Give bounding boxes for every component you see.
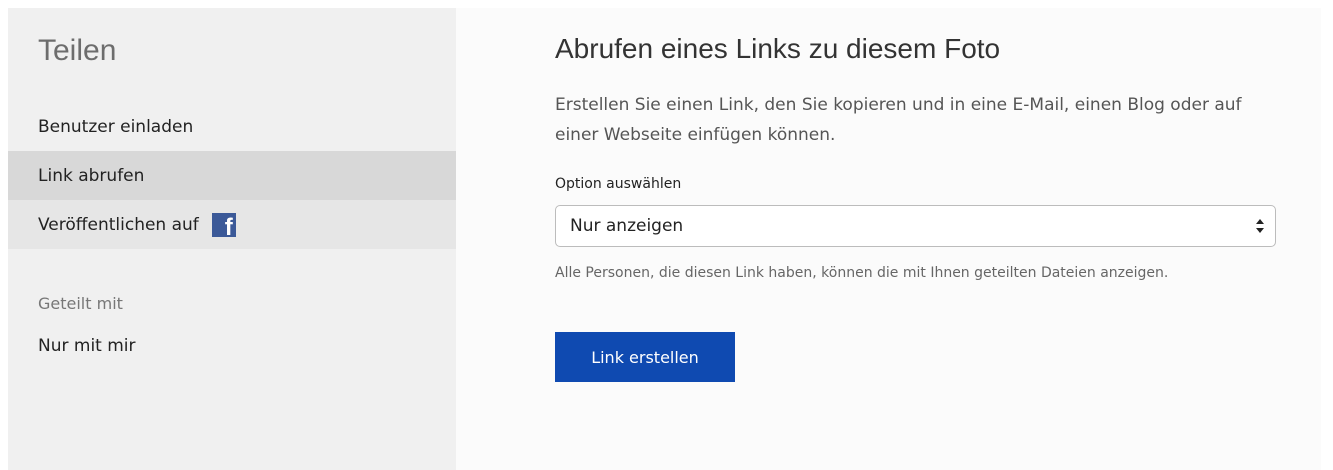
sidebar-item-label: Link abrufen [38,165,145,186]
facebook-icon: f [211,212,236,239]
permission-select[interactable]: Nur anzeigen [555,205,1276,247]
help-text: Alle Personen, die diesen Link haben, kö… [555,265,1169,281]
updown-arrows-icon [1256,219,1264,233]
sidebar-item-label: Benutzer einladen [38,116,194,137]
shared-with-value: Nur mit mir [38,336,136,356]
main-panel: Abrufen eines Links zu diesem Foto Erste… [456,8,1321,470]
shared-with-label: Geteilt mit [38,294,123,313]
sidebar-item-get-link[interactable]: Link abrufen [8,151,456,200]
sidebar-title: Teilen [38,34,117,67]
share-dialog: Teilen Benutzer einladen Link abrufen Ve… [8,8,1321,470]
description-text: Erstellen Sie einen Link, den Sie kopier… [555,95,1242,145]
sidebar-nav: Benutzer einladen Link abrufen Veröffent… [8,102,456,249]
create-link-button[interactable]: Link erstellen [555,332,735,382]
sidebar: Teilen Benutzer einladen Link abrufen Ve… [8,8,456,470]
page-title: Abrufen eines Links zu diesem Foto [555,33,1001,64]
sidebar-item-publish-facebook[interactable]: Veröffentlichen auf f [8,200,456,249]
sidebar-item-label: Veröffentlichen auf [38,214,199,235]
select-value: Nur anzeigen [570,216,684,236]
option-label: Option auswählen [555,176,682,192]
sidebar-item-invite-users[interactable]: Benutzer einladen [8,102,456,151]
